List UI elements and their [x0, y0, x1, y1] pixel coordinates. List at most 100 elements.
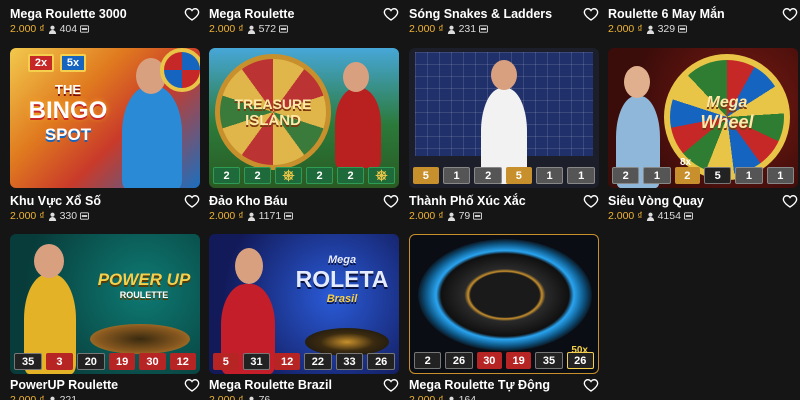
heart-icon[interactable] — [184, 6, 200, 22]
result-chip: 1 — [735, 167, 763, 184]
game-title[interactable]: Mega Roulette Brazil — [209, 378, 332, 392]
result-chip: 5 — [703, 167, 732, 184]
heart-icon[interactable] — [184, 377, 200, 393]
result-chip: 5 — [413, 167, 439, 184]
presenter-head — [624, 66, 650, 98]
game-title[interactable]: Mega Roulette — [209, 7, 294, 21]
result-chip: 30 — [139, 353, 166, 370]
game-thumbnail[interactable]: 2x 5x THE BINGO SPOT — [10, 48, 200, 188]
wheel — [160, 48, 200, 92]
bet-price: 2.000 ₫ — [409, 23, 444, 35]
game-title[interactable]: Roulette 6 May Mắn — [608, 7, 725, 21]
multiplier-badge: 5x — [60, 54, 86, 72]
result-chip: 19 — [505, 352, 532, 369]
result-chip: 26 — [566, 352, 594, 369]
presenter — [122, 86, 182, 188]
results-bar: 5 31 12 22 33 26 — [213, 353, 396, 370]
results-bar: 2 1 2 5 1 1 — [612, 167, 794, 184]
heart-icon[interactable] — [583, 6, 599, 22]
result-chip: 2 — [244, 167, 271, 184]
bet-price: 2.000 ₫ — [10, 23, 45, 35]
user-icon — [646, 25, 654, 34]
game-card[interactable]: POWER UP ROULETTE 35 3 20 19 30 12 Power… — [10, 234, 200, 400]
bet-price: 2.000 ₫ — [10, 394, 45, 400]
presenter — [335, 88, 381, 168]
table-icon — [678, 25, 688, 33]
bet-price: 2.000 ₫ — [608, 210, 643, 222]
game-title[interactable]: Mega Roulette 3000 — [10, 7, 127, 21]
game-thumbnail[interactable]: 5 1 2 5 1 1 — [409, 48, 599, 188]
heart-icon[interactable] — [583, 193, 599, 209]
presenter-head — [491, 60, 517, 90]
results-bar: 2 2 2 2 — [213, 167, 395, 184]
game-title[interactable]: PowerUP Roulette — [10, 378, 118, 392]
game-thumbnail[interactable]: 50x 2 26 30 19 35 26 — [409, 234, 599, 374]
game-card[interactable]: 5 1 2 5 1 1 Thành Phố Xúc Xắc 2.000 ₫ 79 — [409, 48, 599, 222]
result-chip: 2 — [414, 352, 442, 369]
game-card[interactable]: TREASURE ISLAND 2 2 2 2 Đảo Kho Báu 2.00… — [209, 48, 399, 222]
result-chip: 2 — [213, 167, 240, 184]
table-icon — [473, 212, 483, 220]
result-chip: 2 — [337, 167, 364, 184]
heart-icon[interactable] — [583, 377, 599, 393]
result-chip: 12 — [169, 353, 196, 370]
player-count: 404 — [59, 23, 78, 35]
game-card[interactable]: Mega Wheel 8x 2 1 2 5 1 1 Siêu Vòng Quay… — [608, 48, 798, 222]
game-logo: Mega ROLETA Brasil — [295, 254, 389, 305]
game-title[interactable]: Siêu Vòng Quay — [608, 194, 704, 208]
result-chip: 35 — [14, 353, 43, 370]
game-thumbnail[interactable]: Mega Wheel 8x 2 1 2 5 1 1 — [608, 48, 798, 188]
game-card[interactable]: 2x 5x THE BINGO SPOT Khu Vực Xổ Số 2.000… — [10, 48, 200, 222]
user-icon — [48, 212, 56, 221]
bet-price: 2.000 ₫ — [409, 394, 444, 400]
heart-icon[interactable] — [782, 6, 798, 22]
bet-price: 2.000 ₫ — [608, 23, 643, 35]
user-icon — [249, 396, 254, 400]
result-chip: 26 — [445, 352, 473, 369]
user-icon — [50, 396, 55, 400]
game-thumbnail[interactable]: Mega ROLETA Brasil 5 31 12 22 33 26 — [209, 234, 399, 374]
game-title[interactable]: Khu Vực Xổ Số — [10, 194, 101, 208]
player-count: 231 — [458, 23, 477, 35]
results-bar: 35 3 20 19 30 12 — [14, 353, 196, 370]
game-title[interactable]: Mega Roulette Tự Động — [409, 378, 550, 392]
heart-icon[interactable] — [383, 6, 399, 22]
heart-icon[interactable] — [782, 193, 798, 209]
user-icon — [247, 25, 255, 34]
result-chip: 2 — [674, 167, 700, 184]
result-chip: 5 — [506, 167, 532, 184]
result-chip: 12 — [274, 353, 301, 370]
player-count: 330 — [59, 210, 78, 222]
game-card[interactable]: 50x 2 26 30 19 35 26 Mega Roulette Tự Độ… — [409, 234, 599, 400]
game-title[interactable]: Thành Phố Xúc Xắc — [409, 194, 526, 208]
result-chip: 1 — [766, 167, 794, 184]
presenter-head — [343, 62, 369, 92]
user-icon — [646, 212, 654, 221]
heart-icon[interactable] — [383, 193, 399, 209]
game-title[interactable]: Sóng Snakes & Ladders — [409, 7, 552, 21]
game-title[interactable]: Đảo Kho Báu — [209, 194, 287, 208]
game-logo: THE BINGO SPOT — [28, 82, 108, 144]
player-count: 1171 — [258, 210, 282, 222]
bet-price: 2.000 ₫ — [10, 210, 45, 222]
player-count: 221 — [59, 394, 78, 400]
bet-price: 2.000 ₫ — [209, 23, 244, 35]
table-icon — [683, 212, 693, 220]
table-icon — [80, 212, 90, 220]
result-chip: 31 — [242, 353, 271, 370]
bet-price: 2.000 ₫ — [209, 394, 244, 400]
game-logo: POWER UP ROULETTE — [97, 270, 191, 300]
user-icon — [447, 25, 455, 34]
player-count: 572 — [258, 23, 277, 35]
bet-price: 2.000 ₫ — [409, 210, 444, 222]
multiplier-badge: 2x — [28, 54, 54, 72]
result-chip: 2 — [474, 167, 503, 184]
game-thumbnail[interactable]: POWER UP ROULETTE 35 3 20 19 30 12 — [10, 234, 200, 374]
game-card[interactable]: Mega ROLETA Brasil 5 31 12 22 33 26 Mega… — [209, 234, 399, 400]
result-chip: 30 — [476, 352, 502, 369]
heart-icon[interactable] — [184, 193, 200, 209]
heart-icon[interactable] — [383, 377, 399, 393]
result-chip: 35 — [535, 352, 563, 369]
roulette-wheel — [305, 328, 389, 356]
game-thumbnail[interactable]: TREASURE ISLAND 2 2 2 2 — [209, 48, 399, 188]
